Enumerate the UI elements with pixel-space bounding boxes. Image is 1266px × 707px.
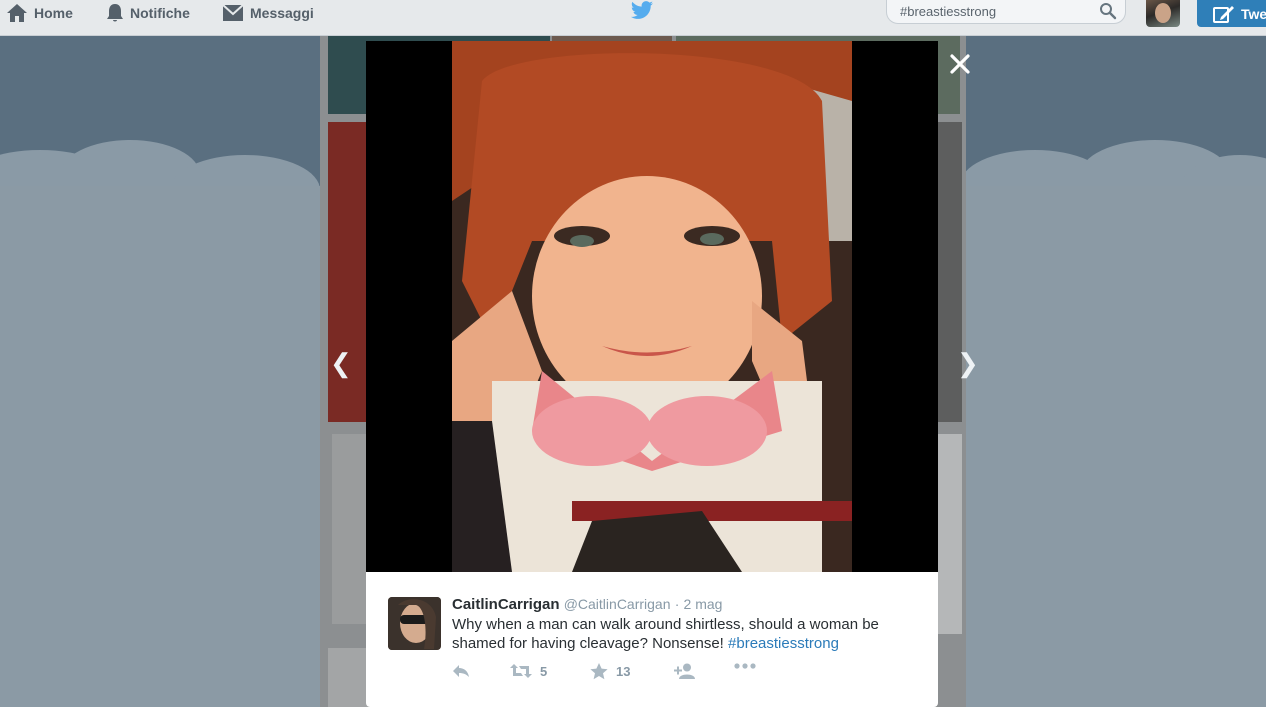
more-button[interactable]	[734, 663, 756, 669]
tweet-meta-separator: ·	[674, 596, 680, 612]
bell-icon	[107, 4, 123, 22]
nav-notifications-label: Notifiche	[130, 5, 190, 21]
twitter-bird-icon[interactable]	[630, 1, 654, 21]
follow-button[interactable]	[674, 663, 696, 679]
compose-tweet-button[interactable]: Twe	[1197, 0, 1266, 27]
reply-icon	[453, 665, 469, 677]
lightbox-media	[366, 41, 938, 572]
reply-button[interactable]	[452, 663, 470, 679]
home-icon	[7, 4, 27, 22]
close-icon[interactable]	[948, 52, 972, 76]
tweet-author-name[interactable]: CaitlinCarrigan	[452, 596, 560, 613]
envelope-icon	[222, 4, 244, 21]
tweet-hashtag-link[interactable]: #breastiesstrong	[728, 635, 839, 652]
retweet-button[interactable]: 5	[510, 663, 547, 679]
tweet-photo-image	[452, 41, 852, 572]
lightbox-tweet: CaitlinCarrigan @CaitlinCarrigan · 2 mag…	[366, 572, 938, 707]
more-icon	[734, 663, 756, 669]
favorite-count: 13	[616, 664, 631, 679]
account-avatar[interactable]	[1146, 0, 1180, 27]
star-icon	[590, 663, 608, 680]
compose-icon	[1213, 5, 1234, 23]
tweet-author-avatar-image	[388, 597, 441, 650]
search-input[interactable]: #breastiesstrong	[900, 4, 996, 19]
retweet-count: 5	[540, 663, 548, 679]
nav-notifications[interactable]: Notifiche	[106, 0, 190, 26]
chevron-right-icon[interactable]: ❯	[957, 348, 979, 379]
media-thumbnail[interactable]	[938, 434, 962, 634]
tweet-photo[interactable]	[452, 41, 852, 572]
tweet-author-avatar[interactable]	[388, 597, 441, 650]
favorite-button[interactable]: 13	[590, 663, 630, 680]
tweet-header: CaitlinCarrigan @CaitlinCarrigan · 2 mag	[452, 596, 722, 613]
nav-home[interactable]: Home	[6, 0, 73, 26]
compose-tweet-label: Twe	[1241, 5, 1266, 22]
tweet-author-handle[interactable]: @CaitlinCarrigan	[564, 596, 671, 612]
tweet-timestamp[interactable]: 2 mag	[684, 596, 723, 612]
follow-icon	[674, 663, 695, 679]
top-navigation-bar: Home Notifiche Messaggi #breastiesstrong…	[0, 0, 1266, 36]
embedded-tweet-preview[interactable]	[328, 648, 368, 707]
chevron-left-icon[interactable]: ❮	[330, 348, 352, 379]
retweet-icon	[510, 664, 532, 678]
search-box[interactable]: #breastiesstrong	[886, 0, 1126, 24]
nav-messages-label: Messaggi	[250, 5, 314, 21]
nav-messages[interactable]: Messaggi	[222, 0, 314, 26]
nav-home-label: Home	[34, 5, 73, 21]
search-icon[interactable]	[1099, 2, 1117, 20]
tweet-text: Why when a man can walk around shirtless…	[452, 615, 912, 653]
